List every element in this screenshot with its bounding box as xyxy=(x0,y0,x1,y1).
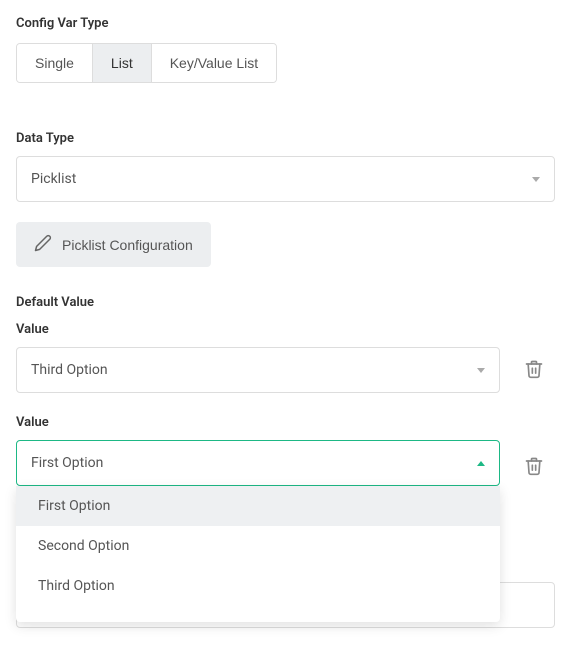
data-type-section: Data Type Picklist xyxy=(16,131,555,202)
trash-icon xyxy=(524,456,544,479)
segment-kv[interactable]: Key/Value List xyxy=(152,44,276,82)
segment-single[interactable]: Single xyxy=(17,44,93,82)
option-second[interactable]: Second Option xyxy=(16,526,500,566)
picklist-configuration-button[interactable]: Picklist Configuration xyxy=(16,222,211,267)
value-block-1: Value Third Option xyxy=(16,322,555,393)
segment-list[interactable]: List xyxy=(93,44,152,82)
default-value-label: Default Value xyxy=(16,295,555,310)
delete-value-1-button[interactable] xyxy=(520,355,548,386)
data-type-value: Picklist xyxy=(31,171,532,187)
chevron-down-icon xyxy=(477,368,485,373)
data-type-label: Data Type xyxy=(16,131,555,146)
config-var-type-toggle: Single List Key/Value List xyxy=(16,43,277,83)
data-type-select[interactable]: Picklist xyxy=(16,156,555,202)
config-var-type-section: Config Var Type Single List Key/Value Li… xyxy=(16,16,555,111)
value-2-select[interactable]: First Option xyxy=(16,440,500,486)
value-block-2: Value First Option First Option Second O… xyxy=(16,415,555,486)
value-2-label: Value xyxy=(16,415,555,430)
value-1-selected: Third Option xyxy=(31,362,477,378)
chevron-up-icon xyxy=(477,461,485,466)
value-1-label: Value xyxy=(16,322,555,337)
option-third[interactable]: Third Option xyxy=(16,566,500,606)
trash-icon xyxy=(524,359,544,382)
value-2-dropdown: First Option Second Option Third Option xyxy=(16,486,500,622)
picklist-configuration-label: Picklist Configuration xyxy=(62,237,193,253)
chevron-down-icon xyxy=(532,177,540,182)
value-1-select[interactable]: Third Option xyxy=(16,347,500,393)
option-first[interactable]: First Option xyxy=(16,486,500,526)
value-2-selected: First Option xyxy=(31,455,477,471)
config-var-type-label: Config Var Type xyxy=(16,16,555,31)
pencil-icon xyxy=(34,234,52,255)
delete-value-2-button[interactable] xyxy=(520,452,548,483)
